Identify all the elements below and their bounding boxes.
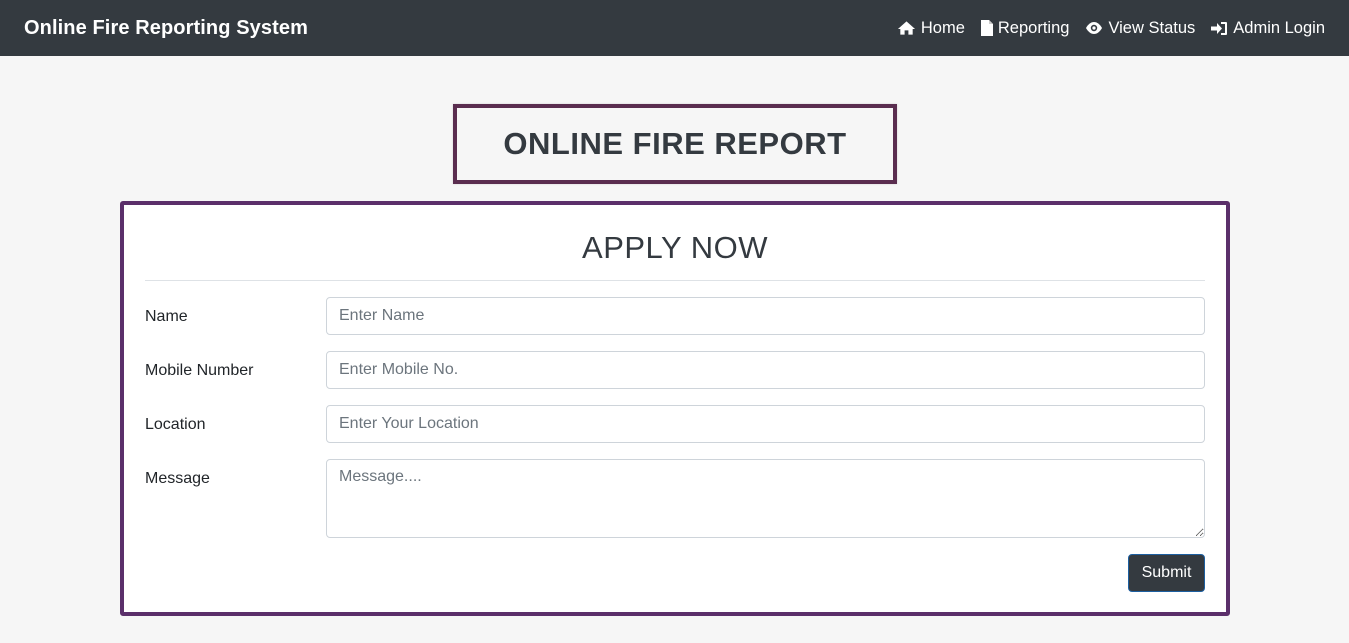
nav-link-view-status[interactable]: View Status (1085, 19, 1195, 38)
page-title-box: ONLINE FIRE REPORT (453, 104, 897, 184)
location-input[interactable] (326, 405, 1205, 443)
brand-title[interactable]: Online Fire Reporting System (24, 17, 308, 40)
nav-link-home[interactable]: Home (897, 19, 965, 38)
name-label: Name (145, 308, 188, 325)
nav-link-label: Reporting (997, 18, 1070, 37)
nav-link-label: Home (920, 18, 965, 37)
form-heading: APPLY NOW (145, 205, 1205, 281)
top-navbar: Online Fire Reporting System Home Report… (0, 0, 1349, 56)
nav-links: Home Reporting View Status Admin Login (897, 19, 1325, 38)
mobile-number-input[interactable] (326, 351, 1205, 389)
sign-in-icon (1211, 21, 1228, 36)
name-input[interactable] (326, 297, 1205, 335)
nav-link-label: Admin Login (1233, 18, 1325, 37)
page-title: ONLINE FIRE REPORT (503, 126, 847, 161)
location-label: Location (145, 416, 206, 433)
report-form: APPLY NOW Name Mobile Number Location Me… (120, 201, 1230, 616)
message-textarea[interactable] (326, 459, 1205, 538)
message-label: Message (145, 470, 210, 487)
home-icon (897, 20, 916, 36)
form-heading-text: APPLY NOW (582, 230, 768, 265)
eye-icon (1085, 21, 1103, 35)
nav-link-reporting[interactable]: Reporting (980, 18, 1070, 38)
mobile-number-label: Mobile Number (145, 362, 254, 379)
submit-button[interactable]: Submit (1128, 554, 1205, 592)
file-icon (980, 20, 993, 36)
nav-link-label: View Status (1108, 18, 1196, 37)
nav-link-admin-login[interactable]: Admin Login (1211, 19, 1325, 38)
